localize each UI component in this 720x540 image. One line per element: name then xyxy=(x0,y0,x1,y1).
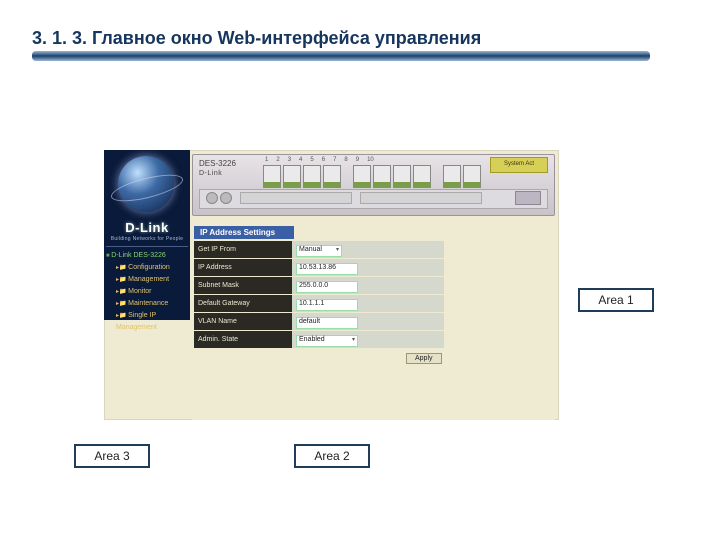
knob-icon xyxy=(206,192,218,204)
field-label: Admin. State xyxy=(194,331,292,349)
port-icon xyxy=(263,165,281,188)
nav-tree-node[interactable]: Management xyxy=(106,274,188,286)
port-icon xyxy=(463,165,481,188)
field-label: Get IP From xyxy=(194,241,292,259)
table-row: VLAN Name default xyxy=(194,313,444,331)
callout-area-3: Area 3 xyxy=(74,444,150,468)
nav-tree-node[interactable]: Maintenance xyxy=(106,298,188,310)
table-row: Get IP From Manual xyxy=(194,241,444,259)
callout-area-1: Area 1 xyxy=(578,288,654,312)
sidebar-divider xyxy=(106,246,188,247)
field-label: IP Address xyxy=(194,259,292,277)
apply-button[interactable]: Apply xyxy=(406,353,442,364)
field-label: Subnet Mask xyxy=(194,277,292,295)
screenshot-frame: DES-3226 D-Link 12 34 56 78 910 xyxy=(104,150,559,420)
nav-sidebar: D-Link Building Networks for People D-Li… xyxy=(104,150,190,320)
nav-tree: D-Link DES-3226 Configuration Management… xyxy=(106,250,188,334)
port-icon xyxy=(283,165,301,188)
table-row: IP Address 10.53.13.86 xyxy=(194,259,444,277)
ip-settings-table: Get IP From Manual IP Address 10.53.13.8… xyxy=(194,241,444,349)
table-row: Default Gateway 10.1.1.1 xyxy=(194,295,444,313)
port-icon xyxy=(443,165,461,188)
vlan-name-input[interactable]: default xyxy=(296,317,358,329)
port-icon xyxy=(413,165,431,188)
table-row: Admin. State Enabled xyxy=(194,331,444,349)
field-label: VLAN Name xyxy=(194,313,292,331)
port-icon xyxy=(303,165,321,188)
content-pane: IP Address Settings Get IP From Manual I… xyxy=(192,220,555,420)
nav-tree-node[interactable]: Configuration xyxy=(106,262,188,274)
panel-segment xyxy=(240,192,352,204)
admin-state-select[interactable]: Enabled xyxy=(296,335,358,347)
section-title: IP Address Settings xyxy=(194,226,294,239)
nav-tree-root[interactable]: D-Link DES-3226 xyxy=(106,250,188,262)
sidebar-brand-sub: Building Networks for People xyxy=(104,236,190,242)
device-controls-bar xyxy=(199,189,548,209)
port-numbers: 12 34 56 78 910 xyxy=(265,157,374,163)
table-row: Subnet Mask 255.0.0.0 xyxy=(194,277,444,295)
callout-area-2: Area 2 xyxy=(294,444,370,468)
device-panel: DES-3226 D-Link 12 34 56 78 910 xyxy=(192,154,555,216)
slide-title: 3. 1. 3. Главное окно Web-интерфейса упр… xyxy=(32,28,696,49)
port-icon xyxy=(393,165,411,188)
title-underline xyxy=(32,51,650,61)
system-activity-box: System Act xyxy=(490,157,548,173)
panel-segment xyxy=(360,192,482,204)
port-icon xyxy=(373,165,391,188)
knob-icon xyxy=(220,192,232,204)
nav-tree-node[interactable]: Monitor xyxy=(106,286,188,298)
ip-address-input[interactable]: 10.53.13.86 xyxy=(296,263,358,275)
subnet-mask-input[interactable]: 255.0.0.0 xyxy=(296,281,358,293)
nav-tree-node[interactable]: Single IP Management xyxy=(106,310,188,334)
device-model-label: DES-3226 D-Link xyxy=(199,159,236,177)
sidebar-brand: D-Link xyxy=(104,220,190,235)
panel-button xyxy=(515,191,541,205)
port-icon xyxy=(353,165,371,188)
field-label: Default Gateway xyxy=(194,295,292,313)
device-brand-label: D-Link xyxy=(199,170,222,177)
default-gateway-input[interactable]: 10.1.1.1 xyxy=(296,299,358,311)
port-icon xyxy=(323,165,341,188)
get-ip-from-select[interactable]: Manual xyxy=(296,245,342,257)
switch-ports xyxy=(263,165,483,188)
